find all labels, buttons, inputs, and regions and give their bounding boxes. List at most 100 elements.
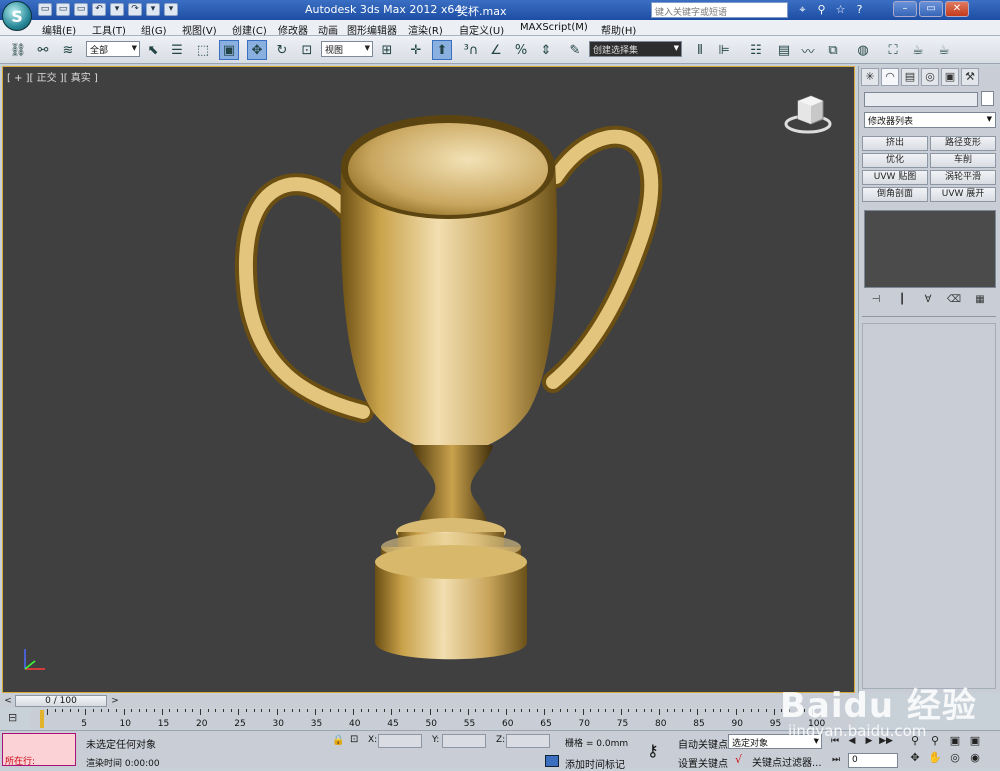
star-icon[interactable]: ☆ — [833, 2, 848, 17]
menu-customize[interactable]: 自定义(U) — [459, 22, 504, 37]
render-production-icon[interactable]: ☕ — [934, 40, 954, 60]
select-manipulate-icon[interactable]: ✛ — [406, 40, 426, 60]
modifier-stack[interactable] — [864, 210, 996, 288]
zoom-extents-all-icon[interactable]: ▣ — [965, 734, 985, 747]
modifier-unwrap-uvw-button[interactable]: UVW 展开 — [930, 187, 996, 202]
menu-maxscript[interactable]: MAXScript(M) — [520, 22, 588, 33]
layer-manager-icon[interactable]: ☷ — [746, 40, 766, 60]
field-of-view-icon[interactable]: ✥ — [905, 751, 925, 764]
previous-frame-icon[interactable]: ◀ — [845, 734, 859, 748]
tab-hierarchy[interactable]: ▤ — [901, 68, 919, 86]
help-icon[interactable]: ? — [852, 2, 867, 17]
track-bar[interactable]: 5 10 15 20 25 30 35 40 45 50 55 60 65 70 75 80 85 90 95 100 — [30, 709, 855, 729]
next-frame-icon[interactable]: ▶▶ — [879, 734, 893, 748]
current-frame-marker[interactable] — [40, 710, 44, 728]
y-coordinate-field[interactable] — [442, 734, 486, 748]
perspective-viewport[interactable]: [ + ][ 正交 ][ 真实 ] — [2, 66, 855, 693]
tab-modify[interactable]: ◠ — [881, 68, 899, 86]
set-key-icon[interactable]: ⚷ — [647, 741, 659, 760]
undo-icon[interactable]: ↶ — [92, 3, 106, 16]
redo-dropdown-icon[interactable]: ▾ — [146, 3, 160, 16]
add-time-tag-button[interactable]: 添加时间标记 — [565, 756, 625, 771]
modifier-extrude-button[interactable]: 挤出 — [862, 136, 928, 151]
key-filters-button[interactable]: 关键点过滤器... — [752, 754, 822, 769]
select-object-icon[interactable]: ⬉ — [143, 40, 163, 60]
select-move-icon[interactable]: ✥ — [247, 40, 267, 60]
maximize-viewport-icon[interactable]: ◉ — [965, 751, 985, 764]
snaps-toggle-icon[interactable]: ³∩ — [461, 40, 481, 60]
tab-utilities[interactable]: ⚒ — [961, 68, 979, 86]
app-logo-icon[interactable]: S — [2, 1, 32, 31]
minimize-button[interactable]: – — [893, 1, 917, 17]
unlink-icon[interactable]: ⚯ — [33, 40, 53, 60]
save-file-icon[interactable]: ▭ — [74, 3, 88, 16]
select-rotate-icon[interactable]: ↻ — [272, 40, 292, 60]
modifier-lathe-button[interactable]: 车削 — [930, 153, 996, 168]
current-frame-field[interactable]: 0 — [848, 753, 898, 768]
menu-graph-editors[interactable]: 图形编辑器 — [347, 22, 397, 37]
graphite-toolset-icon[interactable]: ▤ — [774, 40, 794, 60]
menu-modifiers[interactable]: 修改器 — [278, 22, 308, 37]
play-icon[interactable]: ▶ — [862, 734, 876, 748]
menu-animation[interactable]: 动画 — [318, 22, 338, 37]
object-name-field[interactable] — [864, 92, 978, 107]
modifier-list-dropdown[interactable]: 修改器列表 — [864, 112, 996, 128]
render-setup-icon[interactable]: ⛶ — [883, 40, 903, 60]
tab-display[interactable]: ▣ — [941, 68, 959, 86]
close-button[interactable]: ✕ — [945, 1, 969, 17]
undo-dropdown-icon[interactable]: ▾ — [110, 3, 124, 16]
x-coordinate-field[interactable] — [378, 734, 422, 748]
show-end-result-icon[interactable]: ┃ — [893, 292, 911, 308]
window-crossing-icon[interactable]: ▣ — [219, 40, 239, 60]
absolute-mode-icon[interactable]: ⊡ — [350, 734, 358, 745]
search-input[interactable]: 键入关键字或短语 — [651, 2, 788, 18]
modifier-turbosmooth-button[interactable]: 涡轮平滑 — [930, 170, 996, 185]
configure-modifier-sets-icon[interactable]: ▦ — [971, 292, 989, 308]
time-tag-icon[interactable] — [545, 755, 559, 767]
time-slider-next-icon[interactable]: > — [110, 695, 120, 707]
make-unique-icon[interactable]: ∀ — [919, 292, 937, 308]
mirror-icon[interactable]: ⫴ — [690, 40, 710, 60]
menu-rendering[interactable]: 渲染(R) — [408, 22, 443, 37]
time-slider-prev-icon[interactable]: < — [3, 695, 13, 707]
modifier-optimize-button[interactable]: 优化 — [862, 153, 928, 168]
spinner-snap-icon[interactable]: ⇕ — [536, 40, 556, 60]
rectangular-selection-icon[interactable]: ⬚ — [193, 40, 213, 60]
menu-views[interactable]: 视图(V) — [182, 22, 217, 37]
schematic-view-icon[interactable]: ⧉ — [823, 40, 843, 60]
select-scale-icon[interactable]: ⊡ — [297, 40, 317, 60]
menu-edit[interactable]: 编辑(E) — [42, 22, 76, 37]
modifier-path-deform-button[interactable]: 路径变形 — [930, 136, 996, 151]
pan-icon[interactable]: ✋ — [925, 751, 945, 764]
curve-editor-icon[interactable]: 〰 — [798, 40, 818, 60]
percent-snap-icon[interactable]: % — [511, 40, 531, 60]
redo-icon[interactable]: ↷ — [128, 3, 142, 16]
angle-snap-icon[interactable]: ∠ — [486, 40, 506, 60]
keyboard-shortcut-override-icon[interactable]: ⬆ — [432, 40, 452, 60]
zoom-all-icon[interactable]: ⚲ — [925, 734, 945, 747]
viewcube[interactable] — [783, 91, 833, 139]
track-bar-toggle-icon[interactable]: ⊟ — [8, 711, 24, 725]
tab-motion[interactable]: ◎ — [921, 68, 939, 86]
pin-stack-icon[interactable]: ⊣ — [867, 292, 885, 308]
menu-tools[interactable]: 工具(T) — [92, 22, 126, 37]
reference-coord-dropdown[interactable]: 视图 — [321, 41, 373, 57]
pivot-center-icon[interactable]: ⊞ — [377, 40, 397, 60]
trophy-model[interactable] — [3, 67, 856, 694]
modifier-bevel-profile-button[interactable]: 倒角剖面 — [862, 187, 928, 202]
modifier-uvw-map-button[interactable]: UVW 贴图 — [862, 170, 928, 185]
material-editor-icon[interactable]: ◍ — [853, 40, 873, 60]
open-file-icon[interactable]: ▭ — [56, 3, 70, 16]
named-selection-dropdown[interactable]: 创建选择集 — [589, 41, 682, 57]
go-to-start-icon[interactable]: ⏮ — [828, 734, 842, 748]
auto-key-button[interactable]: 自动关键点 — [678, 736, 728, 751]
new-file-icon[interactable]: ▭ — [38, 3, 52, 16]
select-by-name-icon[interactable]: ☰ — [167, 40, 187, 60]
binoculars-icon[interactable]: ⌖ — [795, 2, 810, 17]
menu-help[interactable]: 帮助(H) — [601, 22, 636, 37]
time-slider-thumb[interactable]: 0 / 100 — [15, 695, 107, 707]
zoom-icon[interactable]: ⚲ — [905, 734, 925, 747]
go-to-end-icon[interactable]: ⏭ — [829, 753, 843, 767]
align-icon[interactable]: ⊫ — [714, 40, 734, 60]
object-color-swatch[interactable] — [981, 91, 994, 106]
